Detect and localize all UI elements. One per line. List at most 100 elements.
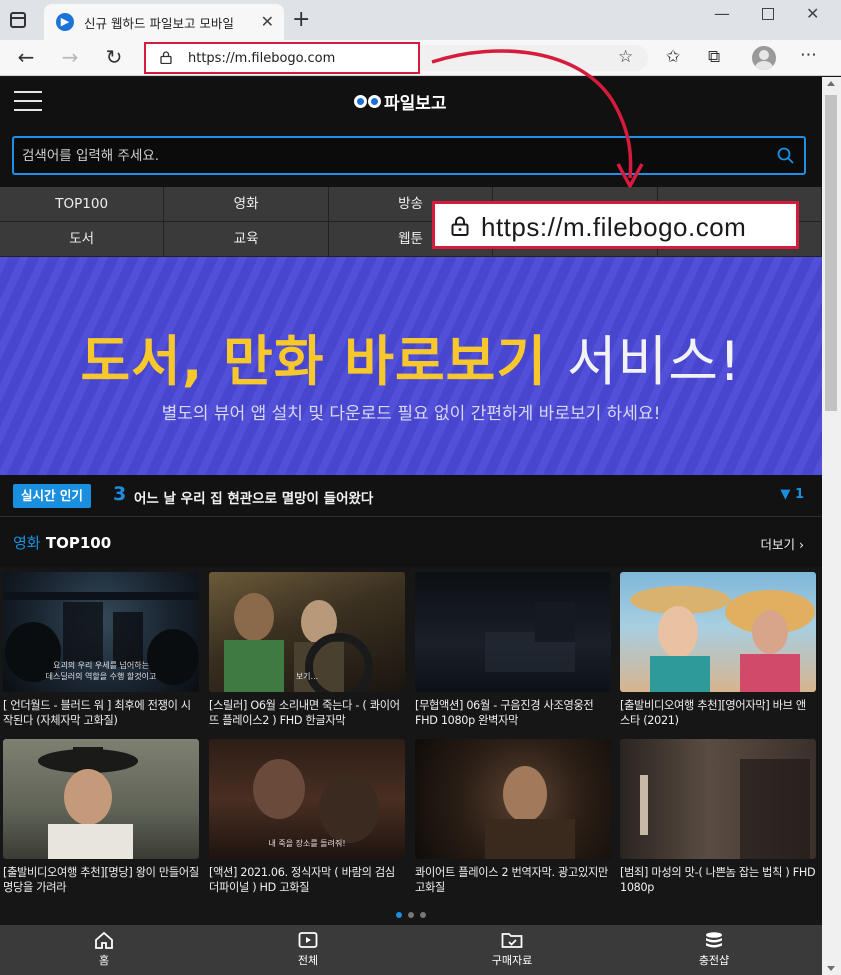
realtime-ticker[interactable]: 실시간 인기 3 어느 날 우리 집 현관으로 멸망이 들어왔다 ▼ 1 xyxy=(0,475,822,517)
movie-subtitle-text: 내 죽을 장소를 돌려줘! xyxy=(268,839,346,848)
category-top100[interactable]: TOP100 xyxy=(0,187,165,222)
nav-charge-shop[interactable]: 충전샵 xyxy=(674,931,754,968)
add-favorite-icon[interactable]: ☆ xyxy=(618,47,633,67)
search-icon[interactable] xyxy=(777,147,794,164)
site-header: 파일보고 xyxy=(0,77,822,127)
profile-avatar[interactable] xyxy=(752,46,776,70)
tab-actions-icon[interactable] xyxy=(10,12,26,28)
section-header: 영화 TOP100 더보기 › xyxy=(0,517,822,567)
minimize-icon[interactable]: — xyxy=(714,4,730,23)
callout-url-text: https://m.filebogo.com xyxy=(481,212,747,242)
more-link-text: 더보기 xyxy=(760,537,796,552)
ticker-number: 3 xyxy=(113,483,127,505)
movie-thumbnail[interactable] xyxy=(620,739,816,859)
maximize-icon[interactable] xyxy=(762,8,774,20)
section-title-text: TOP100 xyxy=(45,534,112,552)
movie-card[interactable]: 콰이어트 플레이스 2 번역자막. 광고있지만 고화질 xyxy=(415,739,611,897)
movie-thumbnail[interactable] xyxy=(3,739,199,859)
carousel-dot[interactable] xyxy=(396,912,402,918)
movie-caption[interactable]: [ 언더월드 - 블러드 워 ] 최후에 전쟁이 시작된다 (자체자막 고화질) xyxy=(3,698,199,730)
section-category: 영화 xyxy=(13,534,41,552)
tab-close-icon[interactable]: ✕ xyxy=(261,12,274,31)
more-link[interactable]: 더보기 › xyxy=(761,534,805,553)
play-box-icon xyxy=(298,932,318,948)
carousel-dot[interactable] xyxy=(408,912,414,918)
movie-caption[interactable]: [출발비디오여행 추천][명당] 왕이 만들어질 명당을 가려라 xyxy=(3,865,199,897)
scrollbar-thumb[interactable] xyxy=(825,95,837,411)
scroll-up-icon[interactable] xyxy=(827,81,835,86)
movie-card[interactable]: 내 죽을 장소를 돌려줘! [액션] 2021.06. 정식자막 ( 바람의 검… xyxy=(209,739,405,897)
movie-thumbnail[interactable]: 보기... xyxy=(209,572,405,692)
collections-icon[interactable]: ⧉ xyxy=(708,47,720,67)
back-arrow-icon[interactable]: ← xyxy=(14,45,38,69)
logo-eye-icon xyxy=(368,95,381,108)
coin-stack-icon xyxy=(706,932,722,948)
address-bar[interactable]: https://m.filebogo.com xyxy=(144,42,420,74)
thumbnail-scene xyxy=(485,602,575,672)
movie-caption[interactable]: [액션] 2021.06. 정식자막 ( 바람의 검심 더파이널 ) HD 고화… xyxy=(209,865,405,897)
nav-purchased-label: 구매자료 xyxy=(491,954,533,967)
favorites-icon[interactable]: ✩ xyxy=(666,47,680,67)
page-scrollbar[interactable] xyxy=(822,77,841,975)
nav-home[interactable]: 홈 xyxy=(64,931,144,968)
movie-card[interactable]: [범죄] 마성의 맛-( 나쁜놈 잡는 법칙 ) FHD 1080p xyxy=(620,739,816,897)
movie-caption[interactable]: [출발비디오여행 추천][영어자막] 바브 앤 스타 (2021) xyxy=(620,698,816,730)
movie-grid: 요괴의 우리 우세를 넘어하는 데스딜러의 역할을 수행 할것이고 [ 언더월드… xyxy=(0,567,822,897)
new-tab-icon[interactable]: + xyxy=(292,7,310,32)
chevron-right-icon: › xyxy=(799,537,804,552)
page-viewport: 파일보고 TOP100 영화 방송 도서 교육 웹툰 https://m.fil… xyxy=(0,77,822,975)
ticker-text[interactable]: 어느 날 우리 집 현관으로 멸망이 들어왔다 xyxy=(134,487,373,507)
scroll-down-icon[interactable] xyxy=(827,966,835,971)
category-books[interactable]: 도서 xyxy=(0,222,165,257)
browser-tab-bar: ▶ 신규 웹하드 파일보고 모바일 ✕ + — ✕ xyxy=(0,0,841,40)
banner-headline: 도서, 만화 바로보기 서비스! xyxy=(0,317,822,396)
movie-caption[interactable]: 콰이어트 플레이스 2 번역자막. 광고있지만 고화질 xyxy=(415,865,611,897)
banner-headline-highlight: 도서, 만화 바로보기 xyxy=(80,330,548,393)
logo-eye-icon xyxy=(354,95,367,108)
folder-check-icon xyxy=(501,933,523,948)
window-close-icon[interactable]: ✕ xyxy=(806,4,819,23)
movie-caption[interactable]: [스릴러] O6월 소리내면 죽는다 - ( 콰이어뜨 플레이스2 ) FHD … xyxy=(209,698,405,730)
movie-thumbnail[interactable]: 요괴의 우리 우세를 넘어하는 데스딜러의 역할을 수행 할것이고 xyxy=(3,572,199,692)
more-menu-icon[interactable]: ⋯ xyxy=(800,45,817,65)
refresh-icon[interactable]: ↻ xyxy=(102,45,126,69)
movie-card[interactable]: [무협액션] 06월 - 구음진경 사조영웅전 FHD 1080p 완벽자막 xyxy=(415,572,611,730)
url-text: https://m.filebogo.com xyxy=(188,51,336,66)
url-callout: https://m.filebogo.com xyxy=(432,201,799,249)
category-movie[interactable]: 영화 xyxy=(164,187,329,222)
search-input[interactable] xyxy=(22,146,762,166)
nav-purchased[interactable]: 구매자료 xyxy=(472,931,552,968)
movie-thumbnail[interactable]: 내 죽을 장소를 돌려줘! xyxy=(209,739,405,859)
forward-arrow-icon[interactable]: → xyxy=(58,45,82,69)
promo-banner[interactable]: 도서, 만화 바로보기 서비스! 별도의 뷰어 앱 설치 및 다운로드 필요 없… xyxy=(0,257,822,475)
site-logo[interactable]: 파일보고 xyxy=(354,89,447,115)
callout-lock-icon xyxy=(451,216,469,236)
browser-tab[interactable]: ▶ 신규 웹하드 파일보고 모바일 ✕ xyxy=(44,4,284,40)
movie-caption[interactable]: [무협액션] 06월 - 구음진경 사조영웅전 FHD 1080p 완벽자막 xyxy=(415,698,611,730)
movie-subtitle-text: 보기... xyxy=(295,672,319,681)
ticker-rank-change: ▼ 1 xyxy=(780,487,804,502)
search-box xyxy=(12,136,806,175)
address-field-background xyxy=(420,45,648,71)
search-area xyxy=(0,127,822,187)
movie-thumbnail[interactable] xyxy=(415,739,611,859)
movie-card[interactable]: [출발비디오여행 추천][명당] 왕이 만들어질 명당을 가려라 xyxy=(3,739,199,897)
movie-card[interactable]: [출발비디오여행 추천][영어자막] 바브 앤 스타 (2021) xyxy=(620,572,816,730)
movie-thumbnail[interactable] xyxy=(415,572,611,692)
nav-all-label: 전체 xyxy=(297,954,319,967)
browser-toolbar: ← → ↻ https://m.filebogo.com ☆ ✩ ⧉ ⋯ xyxy=(0,40,841,76)
category-education[interactable]: 교육 xyxy=(164,222,329,257)
carousel-dot[interactable] xyxy=(420,912,426,918)
lock-icon xyxy=(160,51,172,64)
realtime-badge: 실시간 인기 xyxy=(13,484,91,508)
movie-card[interactable]: 보기... [스릴러] O6월 소리내면 죽는다 - ( 콰이어뜨 플레이스2 … xyxy=(209,572,405,730)
nav-all[interactable]: 전체 xyxy=(268,931,348,968)
movie-caption[interactable]: [범죄] 마성의 맛-( 나쁜놈 잡는 법칙 ) FHD 1080p xyxy=(620,865,816,897)
thumbnail-scene xyxy=(640,759,810,859)
thumbnail-scene xyxy=(630,586,815,692)
movie-card[interactable]: 요괴의 우리 우세를 넘어하는 데스딜러의 역할을 수행 할것이고 [ 언더월드… xyxy=(3,572,199,730)
tab-title: 신규 웹하드 파일보고 모바일 xyxy=(84,16,234,31)
banner-headline-rest: 서비스! xyxy=(566,330,742,393)
movie-thumbnail[interactable] xyxy=(620,572,816,692)
hamburger-menu-icon[interactable] xyxy=(14,91,42,111)
